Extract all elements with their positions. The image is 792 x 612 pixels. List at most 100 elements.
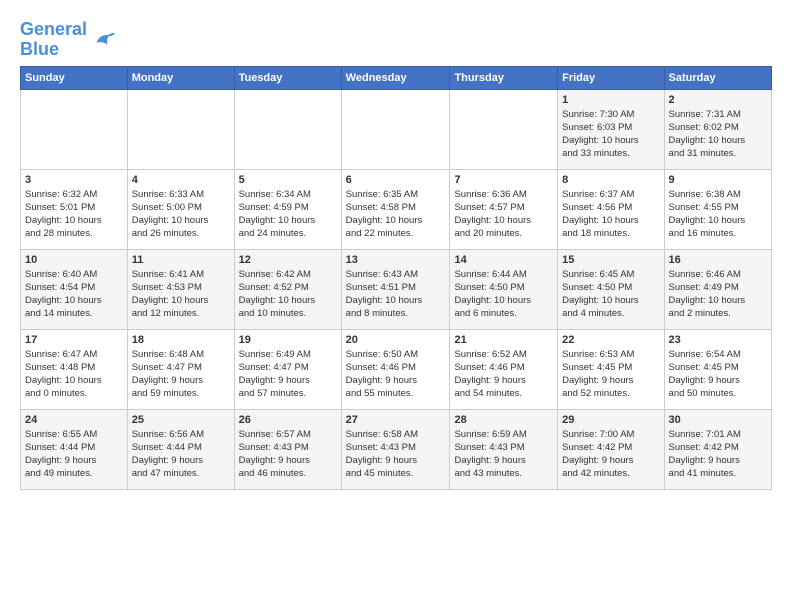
- calendar-cell: 15 Sunrise: 6:45 AM Sunset: 4:50 PM Dayli…: [558, 249, 664, 329]
- day-info: Sunrise: 6:36 AM Sunset: 4:57 PM Dayligh…: [454, 188, 553, 241]
- logo-blue: Blue: [20, 40, 87, 60]
- calendar-cell: [341, 89, 450, 169]
- logo-text: General: [20, 20, 87, 40]
- day-info: Sunrise: 6:33 AM Sunset: 5:00 PM Dayligh…: [132, 188, 230, 241]
- header: General Blue: [20, 16, 772, 60]
- calendar-cell: 29 Sunrise: 7:00 AM Sunset: 4:42 PM Dayli…: [558, 409, 664, 489]
- day-number: 30: [669, 414, 767, 426]
- day-info: Sunrise: 6:42 AM Sunset: 4:52 PM Dayligh…: [239, 268, 337, 321]
- day-number: 6: [346, 174, 446, 186]
- day-info: Sunrise: 6:59 AM Sunset: 4:43 PM Dayligh…: [454, 428, 553, 481]
- calendar-cell: 26Sunrise: 6:57 AM Sunset: 4:43 PM Dayli…: [234, 409, 341, 489]
- calendar-cell: 21 Sunrise: 6:52 AM Sunset: 4:46 PM Dayli…: [450, 329, 558, 409]
- day-info: Sunrise: 6:44 AM Sunset: 4:50 PM Dayligh…: [454, 268, 553, 321]
- calendar-week-3: 10 Sunrise: 6:40 AM Sunset: 4:54 PM Dayli…: [21, 249, 772, 329]
- calendar-cell: 24 Sunrise: 6:55 AM Sunset: 4:44 PM Dayli…: [21, 409, 128, 489]
- calendar-cell: 4 Sunrise: 6:33 AM Sunset: 5:00 PM Daylig…: [127, 169, 234, 249]
- calendar-cell: 7 Sunrise: 6:36 AM Sunset: 4:57 PM Daylig…: [450, 169, 558, 249]
- day-info: Sunrise: 6:58 AM Sunset: 4:43 PM Dayligh…: [346, 428, 446, 481]
- day-info: Sunrise: 6:34 AM Sunset: 4:59 PM Dayligh…: [239, 188, 337, 241]
- calendar-cell: 8Sunrise: 6:37 AM Sunset: 4:56 PM Daylig…: [558, 169, 664, 249]
- calendar-cell: 17 Sunrise: 6:47 AM Sunset: 4:48 PM Dayli…: [21, 329, 128, 409]
- day-info: Sunrise: 6:57 AM Sunset: 4:43 PM Dayligh…: [239, 428, 337, 481]
- weekday-header-tuesday: Tuesday: [234, 66, 341, 89]
- calendar-cell: 11 Sunrise: 6:41 AM Sunset: 4:53 PM Dayli…: [127, 249, 234, 329]
- weekday-header-wednesday: Wednesday: [341, 66, 450, 89]
- day-number: 2: [669, 94, 767, 106]
- calendar-body: 1 Sunrise: 7:30 AM Sunset: 6:03 PM Daylig…: [21, 89, 772, 489]
- day-info: Sunrise: 6:55 AM Sunset: 4:44 PM Dayligh…: [25, 428, 123, 481]
- calendar-cell: [234, 89, 341, 169]
- calendar-header: SundayMondayTuesdayWednesdayThursdayFrid…: [21, 66, 772, 89]
- logo-general: General: [20, 19, 87, 39]
- day-number: 21: [454, 334, 553, 346]
- day-info: Sunrise: 6:48 AM Sunset: 4:47 PM Dayligh…: [132, 348, 230, 401]
- day-number: 23: [669, 334, 767, 346]
- day-number: 1: [562, 94, 659, 106]
- day-number: 8: [562, 174, 659, 186]
- day-number: 22: [562, 334, 659, 346]
- calendar-cell: 27 Sunrise: 6:58 AM Sunset: 4:43 PM Dayli…: [341, 409, 450, 489]
- day-info: Sunrise: 7:01 AM Sunset: 4:42 PM Dayligh…: [669, 428, 767, 481]
- day-info: Sunrise: 6:47 AM Sunset: 4:48 PM Dayligh…: [25, 348, 123, 401]
- calendar-cell: 28 Sunrise: 6:59 AM Sunset: 4:43 PM Dayli…: [450, 409, 558, 489]
- day-number: 27: [346, 414, 446, 426]
- day-info: Sunrise: 7:30 AM Sunset: 6:03 PM Dayligh…: [562, 108, 659, 161]
- calendar-cell: [450, 89, 558, 169]
- calendar-cell: 25 Sunrise: 6:56 AM Sunset: 4:44 PM Dayli…: [127, 409, 234, 489]
- day-info: Sunrise: 6:50 AM Sunset: 4:46 PM Dayligh…: [346, 348, 446, 401]
- calendar-cell: 16 Sunrise: 6:46 AM Sunset: 4:49 PM Dayli…: [664, 249, 771, 329]
- calendar-week-1: 1 Sunrise: 7:30 AM Sunset: 6:03 PM Daylig…: [21, 89, 772, 169]
- day-number: 17: [25, 334, 123, 346]
- calendar-cell: 10 Sunrise: 6:40 AM Sunset: 4:54 PM Dayli…: [21, 249, 128, 329]
- day-number: 25: [132, 414, 230, 426]
- weekday-header-friday: Friday: [558, 66, 664, 89]
- weekday-header-row: SundayMondayTuesdayWednesdayThursdayFrid…: [21, 66, 772, 89]
- day-number: 16: [669, 254, 767, 266]
- calendar-cell: [127, 89, 234, 169]
- weekday-header-sunday: Sunday: [21, 66, 128, 89]
- calendar-cell: 23Sunrise: 6:54 AM Sunset: 4:45 PM Dayli…: [664, 329, 771, 409]
- day-info: Sunrise: 6:46 AM Sunset: 4:49 PM Dayligh…: [669, 268, 767, 321]
- day-info: Sunrise: 6:38 AM Sunset: 4:55 PM Dayligh…: [669, 188, 767, 241]
- day-info: Sunrise: 6:35 AM Sunset: 4:58 PM Dayligh…: [346, 188, 446, 241]
- day-info: Sunrise: 6:45 AM Sunset: 4:50 PM Dayligh…: [562, 268, 659, 321]
- calendar-cell: 19Sunrise: 6:49 AM Sunset: 4:47 PM Dayli…: [234, 329, 341, 409]
- calendar-cell: 14 Sunrise: 6:44 AM Sunset: 4:50 PM Dayli…: [450, 249, 558, 329]
- weekday-header-monday: Monday: [127, 66, 234, 89]
- calendar-week-2: 3 Sunrise: 6:32 AM Sunset: 5:01 PM Daylig…: [21, 169, 772, 249]
- day-number: 5: [239, 174, 337, 186]
- day-number: 14: [454, 254, 553, 266]
- day-info: Sunrise: 6:43 AM Sunset: 4:51 PM Dayligh…: [346, 268, 446, 321]
- day-number: 4: [132, 174, 230, 186]
- calendar-cell: 9Sunrise: 6:38 AM Sunset: 4:55 PM Daylig…: [664, 169, 771, 249]
- calendar-cell: 2Sunrise: 7:31 AM Sunset: 6:02 PM Daylig…: [664, 89, 771, 169]
- day-info: Sunrise: 7:00 AM Sunset: 4:42 PM Dayligh…: [562, 428, 659, 481]
- day-info: Sunrise: 6:41 AM Sunset: 4:53 PM Dayligh…: [132, 268, 230, 321]
- day-number: 7: [454, 174, 553, 186]
- weekday-header-saturday: Saturday: [664, 66, 771, 89]
- day-info: Sunrise: 6:56 AM Sunset: 4:44 PM Dayligh…: [132, 428, 230, 481]
- day-number: 3: [25, 174, 123, 186]
- day-number: 12: [239, 254, 337, 266]
- day-number: 28: [454, 414, 553, 426]
- calendar-cell: [21, 89, 128, 169]
- day-number: 19: [239, 334, 337, 346]
- calendar-cell: 13Sunrise: 6:43 AM Sunset: 4:51 PM Dayli…: [341, 249, 450, 329]
- day-number: 29: [562, 414, 659, 426]
- calendar-cell: 22 Sunrise: 6:53 AM Sunset: 4:45 PM Dayli…: [558, 329, 664, 409]
- day-number: 24: [25, 414, 123, 426]
- day-number: 18: [132, 334, 230, 346]
- calendar-cell: 30 Sunrise: 7:01 AM Sunset: 4:42 PM Dayli…: [664, 409, 771, 489]
- day-info: Sunrise: 6:52 AM Sunset: 4:46 PM Dayligh…: [454, 348, 553, 401]
- calendar-week-5: 24 Sunrise: 6:55 AM Sunset: 4:44 PM Dayli…: [21, 409, 772, 489]
- day-info: Sunrise: 6:53 AM Sunset: 4:45 PM Dayligh…: [562, 348, 659, 401]
- day-info: Sunrise: 6:32 AM Sunset: 5:01 PM Dayligh…: [25, 188, 123, 241]
- logo: General Blue: [20, 20, 117, 60]
- calendar-cell: 6 Sunrise: 6:35 AM Sunset: 4:58 PM Daylig…: [341, 169, 450, 249]
- day-number: 15: [562, 254, 659, 266]
- day-number: 11: [132, 254, 230, 266]
- calendar-week-4: 17 Sunrise: 6:47 AM Sunset: 4:48 PM Dayli…: [21, 329, 772, 409]
- day-info: Sunrise: 6:40 AM Sunset: 4:54 PM Dayligh…: [25, 268, 123, 321]
- day-number: 10: [25, 254, 123, 266]
